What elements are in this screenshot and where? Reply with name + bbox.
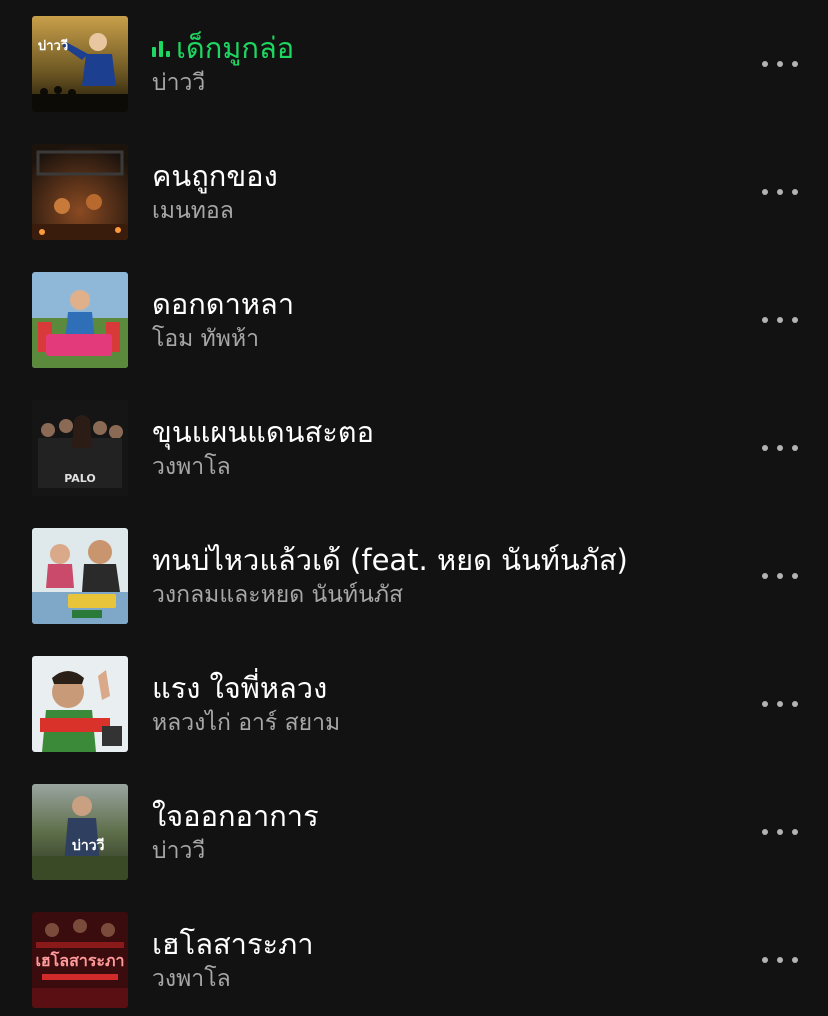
more-options-icon[interactable] xyxy=(760,684,800,724)
track-row[interactable]: ทนบ่ไหวแล้วเด้ (feat. หยด นันท์นภัส) วงก… xyxy=(0,512,828,640)
svg-text:PALO: PALO xyxy=(64,472,96,485)
track-title: เฮโลสาระภา xyxy=(152,927,314,961)
album-cover-art xyxy=(32,272,128,368)
track-row[interactable]: ดอกดาหลา โอม ทัพห้า xyxy=(0,256,828,384)
track-text: เฮโลสาระภา วงพาโล xyxy=(152,926,732,994)
track-row[interactable]: บ่าววี ใจออกอาการ บ่าววี xyxy=(0,768,828,896)
album-cover-art: เฮโลสาระภา xyxy=(32,912,128,1008)
track-artist: เมนทอล xyxy=(152,198,234,224)
album-cover-art xyxy=(32,656,128,752)
more-options-icon[interactable] xyxy=(760,556,800,596)
album-cover-art: บ่าววี xyxy=(32,784,128,880)
track-text: คนถูกของ เมนทอล xyxy=(152,158,732,226)
track-title: ดอกดาหลา xyxy=(152,287,295,321)
album-cover-art xyxy=(32,528,128,624)
album-cover-art xyxy=(32,144,128,240)
album-cover-art: บ่าววี xyxy=(32,16,128,112)
track-artist: วงพาโล xyxy=(152,454,231,480)
album-cover-image: เฮโลสาระภา xyxy=(32,912,128,1008)
track-text: เด็กมูกล่อ บ่าววี xyxy=(152,30,732,98)
track-row[interactable]: แรง ใจพี่หลวง หลวงไก่ อาร์ สยาม xyxy=(0,640,828,768)
album-cover-image: บ่าววี xyxy=(32,16,128,112)
track-text: ขุนแผนแดนสะตอ วงพาโล xyxy=(152,414,732,482)
track-title: ทนบ่ไหวแล้วเด้ (feat. หยด นันท์นภัส) xyxy=(152,543,628,577)
more-options-icon[interactable] xyxy=(760,428,800,468)
album-cover-image xyxy=(32,656,128,752)
track-title: แรง ใจพี่หลวง xyxy=(152,671,328,705)
album-cover-image: PALO xyxy=(32,400,128,496)
track-artist: บ่าววี xyxy=(152,70,206,96)
track-row[interactable]: บ่าววี เด็กมูกล่อ บ่าววี xyxy=(0,0,828,128)
album-cover-image xyxy=(32,144,128,240)
track-artist: วงพาโล xyxy=(152,966,231,992)
album-cover-image xyxy=(32,272,128,368)
album-cover-art: PALO xyxy=(32,400,128,496)
track-title: คนถูกของ xyxy=(152,159,278,193)
album-cover-image: บ่าววี xyxy=(32,784,128,880)
track-text: ทนบ่ไหวแล้วเด้ (feat. หยด นันท์นภัส) วงก… xyxy=(152,542,732,610)
svg-text:บ่าววี: บ่าววี xyxy=(38,38,68,54)
more-options-icon[interactable] xyxy=(760,172,800,212)
track-title: ขุนแผนแดนสะตอ xyxy=(152,415,375,449)
track-artist: บ่าววี xyxy=(152,838,206,864)
track-title: ใจออกอาการ xyxy=(152,799,319,833)
svg-text:บ่าววี: บ่าววี xyxy=(72,838,105,854)
track-title-text: เด็กมูกล่อ xyxy=(176,31,295,65)
album-cover-image xyxy=(32,528,128,624)
more-options-icon[interactable] xyxy=(760,940,800,980)
more-options-icon[interactable] xyxy=(760,812,800,852)
track-row[interactable]: PALO ขุนแผนแดนสะตอ วงพาโล xyxy=(0,384,828,512)
track-list: บ่าววี เด็กมูกล่อ บ่าววี คนถูกของ เมนทอล… xyxy=(0,0,828,1016)
track-artist: วงกลมและหยด นันท์นภัส xyxy=(152,582,404,608)
track-row[interactable]: เฮโลสาระภา เฮโลสาระภา วงพาโล xyxy=(0,896,828,1016)
equalizer-bars-icon xyxy=(152,37,172,59)
track-text: ดอกดาหลา โอม ทัพห้า xyxy=(152,286,732,354)
svg-text:เฮโลสาระภา: เฮโลสาระภา xyxy=(35,950,124,970)
more-options-icon[interactable] xyxy=(760,300,800,340)
track-row[interactable]: คนถูกของ เมนทอล xyxy=(0,128,828,256)
track-title: เด็กมูกล่อ xyxy=(152,30,732,66)
track-artist: หลวงไก่ อาร์ สยาม xyxy=(152,710,341,736)
track-artist: โอม ทัพห้า xyxy=(152,326,260,352)
track-text: แรง ใจพี่หลวง หลวงไก่ อาร์ สยาม xyxy=(152,670,732,738)
track-text: ใจออกอาการ บ่าววี xyxy=(152,798,732,866)
more-options-icon[interactable] xyxy=(760,44,800,84)
